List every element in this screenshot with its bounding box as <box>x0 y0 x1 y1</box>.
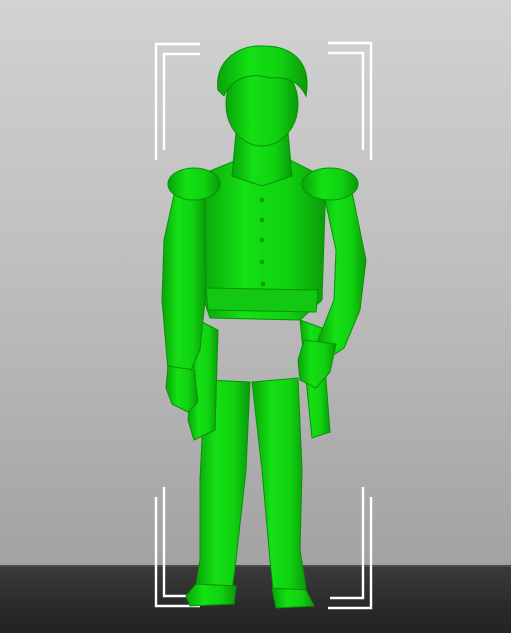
model-waist <box>205 287 319 313</box>
3d-viewport[interactable] <box>0 0 511 633</box>
model-left-hand <box>165 365 199 413</box>
model-right-leg <box>251 377 307 605</box>
model-figure[interactable] <box>161 45 367 609</box>
model-right-boot <box>271 587 315 609</box>
model-left-boot <box>185 583 237 607</box>
model-epaulette-left <box>167 167 221 201</box>
scene <box>154 41 373 610</box>
model-right-hand <box>297 339 337 389</box>
model-epaulette-right <box>301 167 359 201</box>
model-left-arm <box>161 184 207 373</box>
